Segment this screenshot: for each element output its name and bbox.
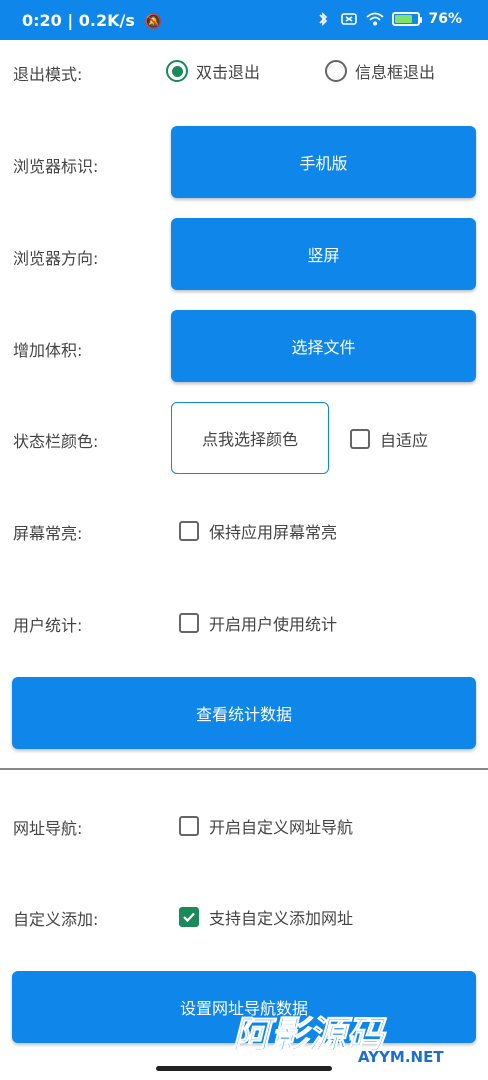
radio-dialog-exit[interactable]: 信息框退出 bbox=[325, 59, 435, 83]
home-indicator[interactable] bbox=[156, 1066, 332, 1071]
adaptive-checkbox-row[interactable]: 自适应 bbox=[350, 427, 428, 451]
custom-add-label: 自定义添加: bbox=[13, 910, 99, 929]
time-speed: 0:20 | 0.2K/s bbox=[22, 11, 135, 30]
exit-mode-label: 退出模式: bbox=[13, 65, 83, 84]
sim-none-icon bbox=[341, 13, 358, 25]
custom-add-checkbox-row[interactable]: 支持自定义添加网址 bbox=[179, 905, 353, 929]
battery-icon bbox=[392, 12, 423, 26]
adaptive-checkbox[interactable] bbox=[350, 429, 370, 449]
screen-on-label: 屏幕常亮: bbox=[13, 524, 83, 543]
choose-file-button[interactable]: 选择文件 bbox=[171, 310, 476, 382]
adaptive-label: 自适应 bbox=[380, 431, 429, 450]
screen-on-checkbox-label: 保持应用屏幕常亮 bbox=[209, 523, 338, 542]
pick-color-button[interactable]: 点我选择颜色 bbox=[171, 402, 329, 474]
browser-orientation-label: 浏览器方向: bbox=[13, 249, 99, 268]
browser-orientation-button[interactable]: 竖屏 bbox=[171, 218, 476, 290]
bluetooth-icon bbox=[319, 12, 328, 26]
browser-ua-label: 浏览器标识: bbox=[13, 157, 99, 176]
add-size-label: 增加体积: bbox=[13, 341, 83, 360]
section-divider bbox=[0, 768, 488, 770]
user-stats-checkbox[interactable] bbox=[179, 613, 199, 633]
wifi-icon bbox=[366, 12, 385, 26]
custom-add-checkbox[interactable] bbox=[179, 907, 199, 927]
battery-percent: 76% bbox=[428, 11, 462, 27]
user-stats-label: 用户统计: bbox=[13, 616, 83, 635]
battery-fill bbox=[395, 15, 413, 23]
status-right: 76% bbox=[314, 10, 462, 28]
url-nav-checkbox[interactable] bbox=[179, 816, 199, 836]
screen-on-checkbox[interactable] bbox=[179, 521, 199, 541]
url-nav-checkbox-row[interactable]: 开启自定义网址导航 bbox=[179, 814, 353, 838]
status-left: 0:20 | 0.2K/s 🔕 bbox=[22, 11, 162, 30]
radio-label: 双击退出 bbox=[196, 63, 261, 82]
url-nav-checkbox-label: 开启自定义网址导航 bbox=[209, 818, 354, 837]
bell-muted-icon: 🔕 bbox=[144, 14, 162, 30]
radio-circle[interactable] bbox=[325, 60, 347, 82]
site-watermark-logo: 阿影源码 AYYM.NET bbox=[232, 1013, 445, 1067]
status-bar: 0:20 | 0.2K/s 🔕 76% bbox=[0, 0, 488, 40]
svg-text:AYYM.NET: AYYM.NET bbox=[358, 1048, 444, 1066]
screen-on-checkbox-row[interactable]: 保持应用屏幕常亮 bbox=[179, 519, 337, 543]
radio-double-click-exit[interactable]: 双击退出 bbox=[166, 59, 260, 83]
exit-mode-row: 退出模式: 双击退出 信息框退出 bbox=[0, 40, 488, 102]
view-stats-button[interactable]: 查看统计数据 bbox=[12, 677, 476, 749]
radio-label: 信息框退出 bbox=[355, 63, 436, 82]
status-color-label: 状态栏颜色: bbox=[13, 432, 99, 451]
browser-ua-button[interactable]: 手机版 bbox=[171, 126, 476, 198]
check-icon bbox=[183, 912, 195, 923]
custom-add-checkbox-label: 支持自定义添加网址 bbox=[209, 909, 354, 928]
user-stats-checkbox-row[interactable]: 开启用户使用统计 bbox=[179, 611, 337, 635]
url-nav-label: 网址导航: bbox=[13, 819, 83, 838]
user-stats-checkbox-label: 开启用户使用统计 bbox=[209, 615, 338, 634]
radio-circle[interactable] bbox=[166, 60, 188, 82]
